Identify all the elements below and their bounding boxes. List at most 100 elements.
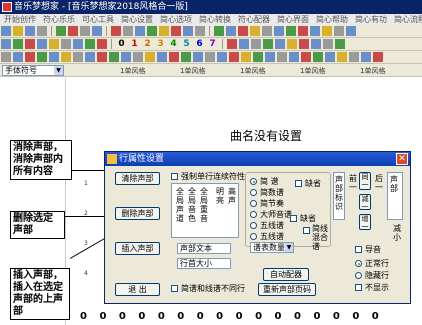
- note-3-button[interactable]: 3: [155, 39, 166, 50]
- separate-row-checkbox[interactable]: [171, 285, 178, 292]
- tool-icon[interactable]: [229, 52, 239, 62]
- tool-icon[interactable]: [121, 52, 131, 62]
- tool-icon[interactable]: [181, 52, 191, 62]
- tool-icon[interactable]: [334, 26, 344, 36]
- menu-item[interactable]: 开始创作: [4, 14, 36, 25]
- score-note[interactable]: 0: [99, 311, 106, 322]
- auto-orchestrate-button[interactable]: 自动配器: [263, 268, 309, 281]
- tool-icon[interactable]: [349, 52, 359, 62]
- tool-icon[interactable]: [263, 39, 273, 49]
- same-button[interactable]: 同一: [359, 172, 371, 190]
- pause-icon[interactable]: [80, 26, 90, 36]
- tool-icon[interactable]: [298, 26, 308, 36]
- tool-icon[interactable]: [322, 26, 332, 36]
- mode-radio[interactable]: [355, 260, 362, 267]
- tool-icon[interactable]: [238, 26, 248, 36]
- tool-icon[interactable]: [61, 52, 71, 62]
- note-2-button[interactable]: 2: [142, 39, 153, 50]
- tool-icon[interactable]: [310, 26, 320, 36]
- notation-radio[interactable]: [250, 178, 257, 185]
- row-size-field[interactable]: 行首大小: [177, 258, 231, 269]
- play-icon[interactable]: [56, 26, 66, 36]
- tool-icon[interactable]: [25, 39, 35, 49]
- force-single-row-checkbox[interactable]: [171, 173, 178, 180]
- font-select[interactable]: 手体符号 ▼: [2, 65, 64, 76]
- tool-icon[interactable]: [277, 52, 287, 62]
- tool-icon[interactable]: [361, 52, 371, 62]
- tool-icon[interactable]: [109, 52, 119, 62]
- menu-item[interactable]: 可心工具: [82, 14, 114, 25]
- score-note[interactable]: 0: [294, 311, 301, 322]
- tool-icon[interactable]: [97, 52, 107, 62]
- tool-icon[interactable]: [135, 26, 145, 36]
- tool-icon[interactable]: [159, 26, 169, 36]
- tool-icon[interactable]: [311, 39, 321, 49]
- close-icon[interactable]: ✕: [396, 153, 408, 165]
- tool-icon[interactable]: [37, 52, 47, 62]
- tool-icon[interactable]: [49, 52, 59, 62]
- lead-note-checkbox[interactable]: [355, 246, 362, 253]
- missing-checkbox[interactable]: [295, 180, 302, 187]
- tool-icon[interactable]: [73, 52, 83, 62]
- reset-page-button[interactable]: 重新声部页码: [258, 283, 316, 296]
- tool-icon[interactable]: [133, 52, 143, 62]
- score-note[interactable]: 0: [216, 311, 223, 322]
- score-note[interactable]: 0: [313, 311, 320, 322]
- hybrid-checkbox[interactable]: [303, 227, 310, 234]
- new-file-icon[interactable]: [1, 26, 11, 36]
- score-note[interactable]: 0: [197, 311, 204, 322]
- tool-icon[interactable]: [251, 39, 261, 49]
- tool-icon[interactable]: [205, 52, 215, 62]
- menu-item[interactable]: 简心帮助: [316, 14, 348, 25]
- notation-radio[interactable]: [250, 200, 257, 207]
- tool-icon[interactable]: [250, 26, 260, 36]
- exit-button[interactable]: 退 出: [115, 283, 160, 296]
- tool-icon[interactable]: [262, 26, 272, 36]
- tool-icon[interactable]: [265, 52, 275, 62]
- score-note[interactable]: 0: [236, 311, 243, 322]
- tool-icon[interactable]: [214, 26, 224, 36]
- tool-icon[interactable]: [123, 26, 133, 36]
- note-1-button[interactable]: 1: [129, 39, 140, 50]
- score-note[interactable]: 0: [255, 311, 262, 322]
- tool-icon[interactable]: [335, 39, 345, 49]
- chevron-down-icon[interactable]: ▼: [54, 66, 63, 75]
- notation-radio[interactable]: [250, 189, 257, 196]
- tool-icon[interactable]: [313, 52, 323, 62]
- tool-icon[interactable]: [226, 26, 236, 36]
- note-5-button[interactable]: 5: [181, 39, 192, 50]
- tool-icon[interactable]: [171, 26, 181, 36]
- menu-item[interactable]: 简心转换: [199, 14, 231, 25]
- note-0-button[interactable]: 0: [116, 39, 127, 50]
- tool-icon[interactable]: [286, 26, 296, 36]
- score-note[interactable]: 0: [138, 311, 145, 322]
- score-note[interactable]: 0: [158, 311, 165, 322]
- tool-icon[interactable]: [111, 26, 121, 36]
- score-note[interactable]: 0: [177, 311, 184, 322]
- tool-icon[interactable]: [37, 39, 47, 49]
- tool-icon[interactable]: [337, 52, 347, 62]
- staff-count-combo[interactable]: 谱表数量 ▼: [250, 242, 294, 253]
- minus-button[interactable]: 减一: [359, 194, 371, 211]
- menu-item[interactable]: 符心乐乐: [43, 14, 75, 25]
- tool-icon[interactable]: [241, 52, 251, 62]
- tool-icon[interactable]: [217, 52, 227, 62]
- score-note[interactable]: 0: [333, 311, 340, 322]
- tool-icon[interactable]: [274, 26, 284, 36]
- record-icon[interactable]: [92, 26, 102, 36]
- tool-icon[interactable]: [253, 52, 263, 62]
- score-note[interactable]: 0: [275, 311, 282, 322]
- note-4-button[interactable]: 4: [168, 39, 179, 50]
- tool-icon[interactable]: [299, 39, 309, 49]
- tool-icon[interactable]: [73, 39, 83, 49]
- hide-checkbox[interactable]: [355, 284, 362, 291]
- menu-item[interactable]: 符心配器: [238, 14, 270, 25]
- tool-icon[interactable]: [97, 39, 107, 49]
- score-note[interactable]: 0: [119, 311, 126, 322]
- tool-icon[interactable]: [287, 39, 297, 49]
- menu-item[interactable]: 简心设置: [121, 14, 153, 25]
- tool-icon[interactable]: [373, 52, 383, 62]
- note-6-button[interactable]: 6: [194, 39, 205, 50]
- notation-radio[interactable]: [250, 222, 257, 229]
- tool-icon[interactable]: [85, 52, 95, 62]
